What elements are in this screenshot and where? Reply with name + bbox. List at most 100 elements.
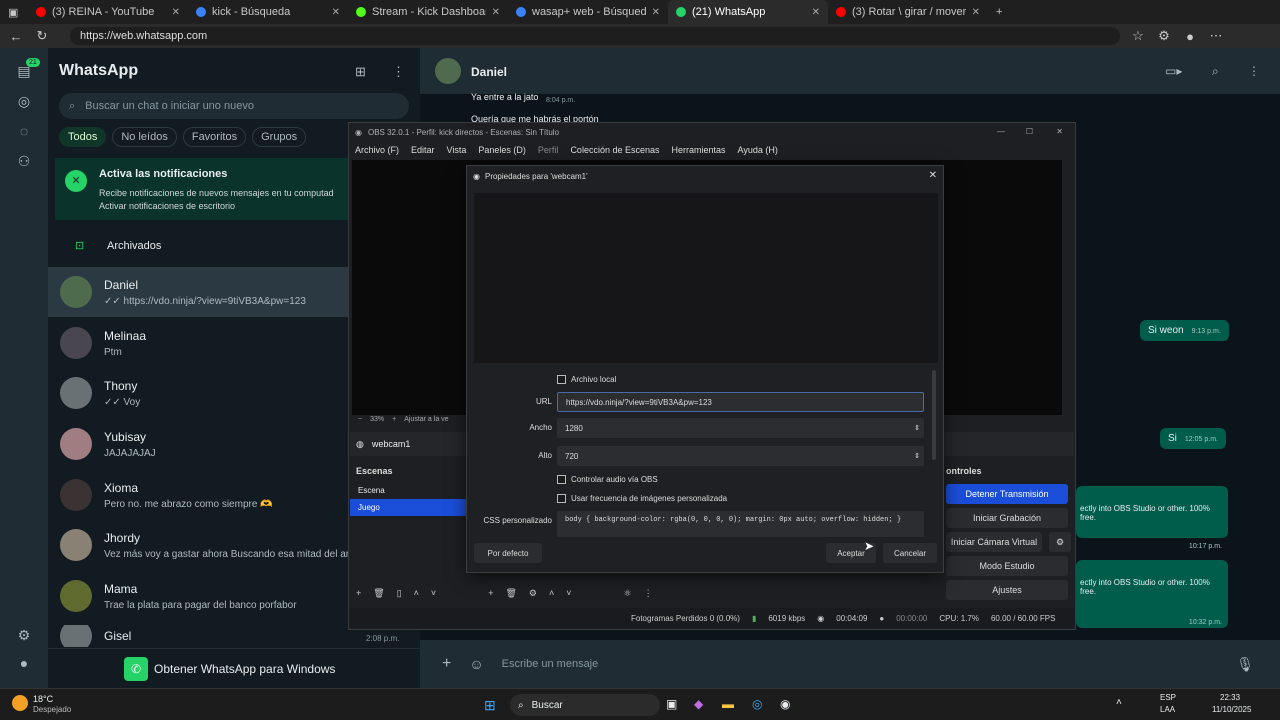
menu-archivo[interactable]: Archivo (F) <box>355 145 399 155</box>
filter-unread[interactable]: No leídos <box>112 127 177 147</box>
add-icon[interactable]: + <box>442 655 451 673</box>
minimize-icon[interactable]: — <box>997 127 1005 136</box>
close-icon[interactable]: ✕ <box>332 7 340 18</box>
studio-mode-button[interactable]: Modo Estudio <box>946 556 1068 576</box>
menu-icon[interactable]: ⋮ <box>1248 64 1260 78</box>
close-icon[interactable]: ✕ <box>172 7 180 18</box>
local-file-checkbox[interactable]: Archivo local <box>557 375 616 384</box>
status-icon[interactable]: ◎ <box>0 86 48 116</box>
add-icon[interactable]: + <box>488 588 493 602</box>
more-icon[interactable]: ⋯ <box>1208 28 1224 44</box>
clock[interactable]: 22:33 <box>1220 693 1240 702</box>
close-icon[interactable]: ✕ <box>652 7 660 18</box>
mixer-icon[interactable]: ⚛ <box>624 588 632 602</box>
browser-menu-icon[interactable]: ▣ <box>0 0 28 24</box>
scrollbar[interactable] <box>932 370 936 460</box>
taskbar-search[interactable]: ⌕ Buscar <box>510 694 660 716</box>
menu-paneles[interactable]: Paneles (D) <box>478 145 526 155</box>
close-icon[interactable]: ✕ <box>929 170 937 181</box>
height-stepper[interactable]: 720 ⇕ <box>557 446 924 466</box>
close-icon[interactable]: ✕ <box>972 7 980 18</box>
emoji-icon[interactable]: ☺ <box>469 656 483 672</box>
trash-icon[interactable]: 🗑 <box>373 588 384 602</box>
new-chat-icon[interactable]: ⊞ <box>355 64 366 80</box>
up-icon[interactable]: ˄ <box>414 588 419 602</box>
width-stepper[interactable]: 1280 ⇕ <box>557 418 924 438</box>
menu-coleccion[interactable]: Colección de Escenas <box>570 145 659 155</box>
down-icon[interactable]: ˅ <box>566 588 571 602</box>
close-icon[interactable]: ✕ <box>1056 127 1063 136</box>
zoom-out-icon[interactable]: − <box>358 416 362 428</box>
zoom-in-icon[interactable]: + <box>392 416 396 428</box>
cancel-button[interactable]: Cancelar <box>883 543 937 563</box>
copilot-icon[interactable]: ◆ <box>694 697 703 711</box>
css-textarea[interactable]: body { background-color: rgba(0, 0, 0, 0… <box>557 511 924 537</box>
notification-banner[interactable]: ✕ Activa las notificaciones Recibe notif… <box>55 158 355 220</box>
settings-button[interactable]: Ajustes <box>946 580 1068 600</box>
task-view-icon[interactable]: ▣ <box>666 697 677 711</box>
chat-item-gisel[interactable]: Gisel <box>48 625 348 647</box>
obs-icon[interactable]: ◉ <box>780 697 790 711</box>
gear-icon[interactable]: ⚙ <box>529 588 537 602</box>
tab-whatsapp[interactable]: (21) WhatsApp ✕ <box>668 0 828 24</box>
scene-item[interactable]: Escena <box>350 482 470 499</box>
chat-item-melinaa[interactable]: Melinaa Ptm <box>48 318 348 368</box>
add-icon[interactable]: + <box>356 588 361 602</box>
reload-icon[interactable]: ↻ <box>34 28 50 44</box>
chat-item-daniel[interactable]: Daniel ✓✓ https://vdo.ninja/?view=9tiVB3A… <box>48 267 348 317</box>
microphone-icon[interactable]: 🎙 <box>1236 656 1254 673</box>
selected-source[interactable]: webcam1 <box>372 439 411 449</box>
control-audio-checkbox[interactable]: Controlar audio vía OBS <box>557 475 658 484</box>
archived-link[interactable]: Archivados <box>107 240 161 252</box>
search-icon[interactable]: ⌕ <box>1212 64 1219 79</box>
spinner-icon[interactable]: ⇕ <box>914 424 920 432</box>
tab-youtube[interactable]: (3) REINA - YouTube ✕ <box>28 0 188 24</box>
edge-icon[interactable]: ◎ <box>752 697 762 711</box>
menu-editar[interactable]: Editar <box>411 145 435 155</box>
chat-item-xioma[interactable]: Xioma Pero no. me abrazo como siempre 🫶 <box>48 470 348 520</box>
video-call-icon[interactable]: ▭▸ <box>1165 64 1182 78</box>
search-input[interactable]: ⌕ Buscar un chat o iniciar uno nuevo <box>59 93 409 119</box>
chat-item-mama[interactable]: Mama Trae la plata para pagar del banco p… <box>48 571 348 621</box>
defaults-button[interactable]: Por defecto <box>474 543 542 563</box>
get-app-banner[interactable]: ✆ Obtener WhatsApp para Windows <box>48 648 420 688</box>
extensions-icon[interactable]: ⚙ <box>1156 28 1172 44</box>
chats-icon[interactable]: ▤ 21 <box>0 56 48 86</box>
favorite-icon[interactable]: ☆ <box>1130 28 1146 44</box>
gear-icon[interactable]: ⚙ <box>1049 532 1071 552</box>
menu-perfil[interactable]: Perfil <box>538 145 559 155</box>
down-icon[interactable]: ˅ <box>431 588 436 602</box>
profile-icon[interactable]: ● <box>0 648 48 678</box>
chat-item-yubisay[interactable]: Yubisay JAJAJAJAJ <box>48 419 348 469</box>
menu-vista[interactable]: Vista <box>447 145 467 155</box>
windows-start-icon[interactable]: ⊞ <box>484 697 496 714</box>
url-field[interactable]: https://web.whatsapp.com <box>70 27 1120 45</box>
folder-icon[interactable]: ▬ <box>722 697 734 711</box>
profile-icon[interactable]: ● <box>1182 29 1198 44</box>
communities-icon[interactable]: ⚇ <box>0 146 48 176</box>
tab-wasap-search[interactable]: wasap+ web - Búsqueda ✕ <box>508 0 668 24</box>
menu-icon[interactable]: ⋮ <box>644 588 653 602</box>
tab-youtube-rotate[interactable]: (3) Rotar \ girar / mover cámara✕ <box>828 0 988 24</box>
menu-herramientas[interactable]: Herramientas <box>672 145 726 155</box>
tab-kick-dashboard[interactable]: Stream - Kick Dashboard ✕ <box>348 0 508 24</box>
filter-icon[interactable]: ▯ <box>397 588 402 602</box>
tab-kick-search[interactable]: kick - Búsqueda ✕ <box>188 0 348 24</box>
filter-groups[interactable]: Grupos <box>252 127 307 147</box>
tray-chevron-icon[interactable]: ˄ <box>1116 697 1122 708</box>
up-icon[interactable]: ˄ <box>549 588 554 602</box>
new-tab-button[interactable]: + <box>988 0 1018 24</box>
stop-stream-button[interactable]: Detener Transmisión <box>946 484 1068 504</box>
start-recording-button[interactable]: Iniciar Grabación <box>946 508 1068 528</box>
maximize-icon[interactable]: ☐ <box>1026 127 1033 136</box>
url-input[interactable]: https://vdo.ninja/?view=9tiVB3A&pw=123 <box>557 392 924 412</box>
close-icon[interactable]: ✕ <box>812 7 820 18</box>
filter-favorites[interactable]: Favoritos <box>182 127 247 147</box>
back-icon[interactable]: ← <box>8 29 24 44</box>
custom-fps-checkbox[interactable]: Usar frecuencia de imágenes personalizad… <box>557 494 727 503</box>
start-virtual-cam-button[interactable]: Iniciar Cámara Virtual <box>946 532 1042 552</box>
language-indicator[interactable]: ESP <box>1160 693 1176 702</box>
chat-item-thony[interactable]: Thony ✓✓ Voy <box>48 368 348 418</box>
enable-notifications-link[interactable]: Activar notificaciones de escritorio <box>99 201 235 211</box>
menu-ayuda[interactable]: Ayuda (H) <box>738 145 778 155</box>
